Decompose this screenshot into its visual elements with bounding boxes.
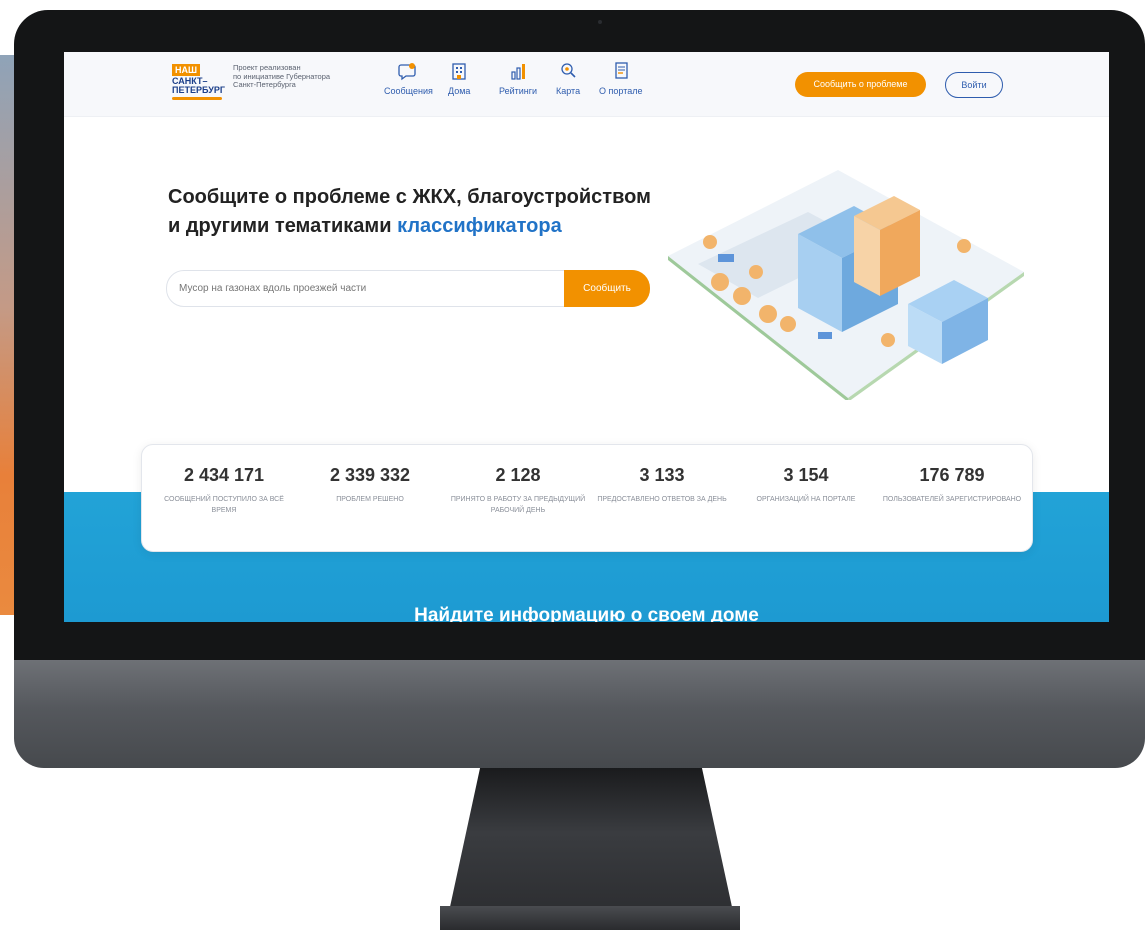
search-submit-button[interactable]: Сообщить [564,270,650,307]
nav-label: О портале [599,86,643,96]
stat-value: 2 339 332 [329,465,411,485]
nav-item-messages[interactable]: Сообщения [384,60,433,96]
logo-city: САНКТ– ПЕТЕРБУРГ [172,77,225,95]
stat-item: 2 128 принято в работу за предыдущий раб… [448,465,588,516]
report-problem-button[interactable]: Сообщить о проблеме [795,72,926,97]
stat-value: 2 128 [495,465,541,485]
building-icon [452,63,466,80]
monitor-stand-base [440,906,740,930]
stat-label: организаций на портале [756,496,856,503]
nav-item-ratings[interactable]: Рейтинги [499,60,537,96]
camera-dot [598,20,602,24]
nav-item-houses[interactable]: Дома [448,60,470,96]
map-search-icon [561,63,576,78]
speech-bubble-icon [398,63,417,81]
search-box: Сообщить [166,270,650,307]
nav-item-map[interactable]: Карта [556,60,580,96]
stat-label: проблем решено [336,496,404,503]
nav-label: Рейтинги [499,86,538,96]
nav-label: Сообщения [384,86,433,96]
stat-label: сообщений поступило за всё время [164,496,284,514]
login-button[interactable]: Войти [945,72,1003,98]
monitor-chin [14,660,1145,768]
nav-label: Дома [448,86,471,96]
search-input[interactable] [177,271,561,306]
stat-label: предоставлено ответов за день [597,496,727,503]
stat-item: 2 434 171 сообщений поступило за всё вре… [154,465,294,516]
logo-city-line2: ПЕТЕРБУРГ [172,85,225,95]
nav-label: Карта [556,86,581,96]
stat-item: 3 133 предоставлено ответов за день [592,465,732,505]
logo-nash: НАШ [172,64,201,76]
stat-item: 176 789 пользователей зарегистрировано [882,465,1022,505]
stat-label: принято в работу за предыдущий рабочий д… [450,496,586,514]
screen: НАШ САНКТ– ПЕТЕРБУРГ Проект реализован п… [64,52,1109,622]
project-text: Проект реализован по инициативе Губернат… [233,63,363,90]
stat-item: 2 339 332 проблем решено [300,465,440,505]
stat-value: 176 789 [919,465,985,485]
site-header: НАШ САНКТ– ПЕТЕРБУРГ Проект реализован п… [64,52,1109,117]
bar-chart-icon [511,64,526,80]
hero-title-prefix: и другими тематиками [168,215,398,237]
stat-value: 3 154 [783,465,829,485]
hero-title-line1: Сообщите о проблеме с ЖКХ, благоустройст… [168,186,651,208]
find-house-title: Найдите информацию о своем доме [414,605,759,622]
nav-item-about[interactable]: О портале [599,60,642,96]
hero-title-line2: и другими тематиками классификатора [168,212,688,241]
stat-value: 2 434 171 [183,465,265,485]
logo-underline [172,97,222,100]
document-icon [615,62,628,79]
isometric-city-illustration [668,170,1024,400]
logo[interactable]: НАШ САНКТ– ПЕТЕРБУРГ [172,64,228,104]
stat-item: 3 154 организаций на портале [736,465,876,505]
stats-card: 2 434 171 сообщений поступило за всё вре… [141,444,1033,552]
stat-value: 3 133 [639,465,685,485]
classifier-link[interactable]: классификатора [397,215,562,237]
hero-title: Сообщите о проблеме с ЖКХ, благоустройст… [168,183,688,241]
project-text-line: Санкт-Петербурга [233,80,296,89]
stat-label: пользователей зарегистрировано [882,496,1022,503]
